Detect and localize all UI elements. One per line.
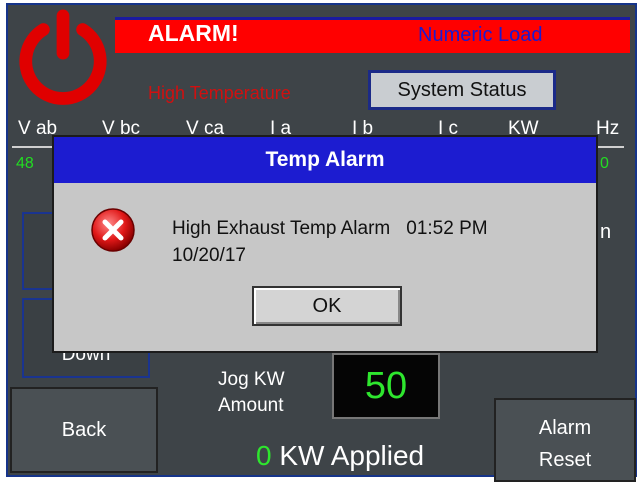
side-right-label: n [600, 221, 612, 243]
meter-value-hz: 0 [600, 155, 609, 172]
error-circle-icon [91, 208, 135, 252]
jog-kw-amount-input[interactable]: 50 [332, 353, 440, 419]
temp-alarm-dialog: Temp Alarm High Exhaust Temp Alarm 01:52 … [52, 135, 598, 353]
kw-applied-label: KW Applied [271, 440, 425, 471]
alarm-reset-line1: Alarm [538, 417, 592, 439]
dialog-message-text: High Exhaust Temp Alarm [172, 218, 391, 239]
dialog-message-time: 01:52 PM [406, 218, 488, 239]
dialog-message-date: 10/20/17 [172, 245, 246, 266]
kw-applied-value: 0 [256, 440, 272, 471]
alarm-reason: High Temperature [148, 83, 291, 103]
system-status-button[interactable]: System Status [368, 70, 556, 110]
mode-label: Numeric Load [418, 24, 543, 46]
alarm-reset-line2: Reset [538, 449, 592, 471]
jog-kw-label-line2: Amount [218, 395, 284, 416]
jog-kw-label: Jog KW Amount [218, 367, 285, 419]
meter-header-hz: Hz [596, 118, 620, 139]
back-button[interactable]: Back [10, 387, 158, 473]
kw-applied-status: 0 KW Applied [256, 440, 424, 472]
dialog-message: High Exhaust Temp Alarm 01:52 PM 10/20/17 [172, 215, 582, 269]
alarm-reset-button[interactable]: Alarm Reset [494, 398, 636, 482]
ok-button[interactable]: OK [252, 286, 402, 326]
power-icon[interactable] [14, 8, 112, 106]
jog-kw-label-line1: Jog KW [218, 369, 285, 390]
dialog-title: Temp Alarm [54, 137, 596, 183]
meter-value-vab: 48 [16, 155, 34, 172]
alarm-title: ALARM! [148, 20, 239, 46]
